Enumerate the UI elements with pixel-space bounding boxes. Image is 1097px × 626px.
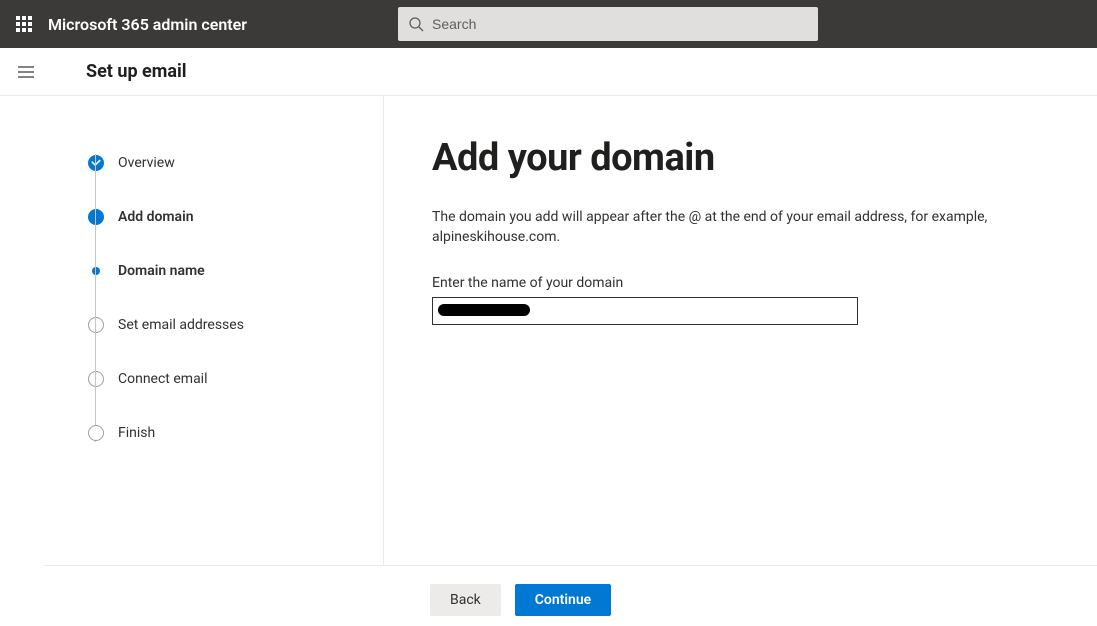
step-completed-icon: [88, 155, 104, 171]
wizard-steps: Overview Add domain Domain name Set emai…: [44, 96, 384, 565]
search-input[interactable]: [398, 7, 818, 41]
menu-icon[interactable]: [6, 52, 46, 92]
wizard-footer: Back Continue: [0, 566, 1097, 626]
domain-field-label: Enter the name of your domain: [432, 275, 1057, 291]
main-description: The domain you add will appear after the…: [432, 208, 1057, 247]
step-label: Overview: [118, 155, 175, 171]
page-title: Set up email: [86, 61, 187, 82]
content-area: Overview Add domain Domain name Set emai…: [44, 96, 1097, 566]
step-future-icon: [88, 371, 104, 387]
main-panel: Add your domain The domain you add will …: [384, 96, 1097, 565]
step-finish[interactable]: Finish: [88, 406, 363, 460]
substep-current-icon: [92, 267, 100, 275]
step-future-icon: [88, 425, 104, 441]
step-future-icon: [88, 317, 104, 333]
search-container: [398, 7, 818, 41]
page-header: Set up email: [0, 48, 1097, 96]
continue-button[interactable]: Continue: [515, 584, 611, 616]
substep-domain-name[interactable]: Domain name: [88, 244, 363, 298]
step-current-icon: [88, 209, 104, 225]
step-add-domain[interactable]: Add domain: [88, 190, 363, 244]
step-label: Add domain: [118, 209, 194, 225]
step-label: Connect email: [118, 371, 208, 387]
domain-input-wrap: [432, 297, 858, 325]
step-set-email-addresses[interactable]: Set email addresses: [88, 298, 363, 352]
domain-input[interactable]: [432, 297, 858, 325]
main-heading: Add your domain: [432, 136, 1057, 180]
app-launcher-icon[interactable]: [8, 8, 40, 40]
brand-title: Microsoft 365 admin center: [48, 15, 247, 34]
step-label: Domain name: [118, 263, 205, 279]
step-label: Finish: [118, 425, 155, 441]
step-label: Set email addresses: [118, 317, 244, 333]
top-bar: Microsoft 365 admin center: [0, 0, 1097, 48]
back-button[interactable]: Back: [430, 584, 501, 616]
step-connect-email[interactable]: Connect email: [88, 352, 363, 406]
step-overview[interactable]: Overview: [88, 136, 363, 190]
